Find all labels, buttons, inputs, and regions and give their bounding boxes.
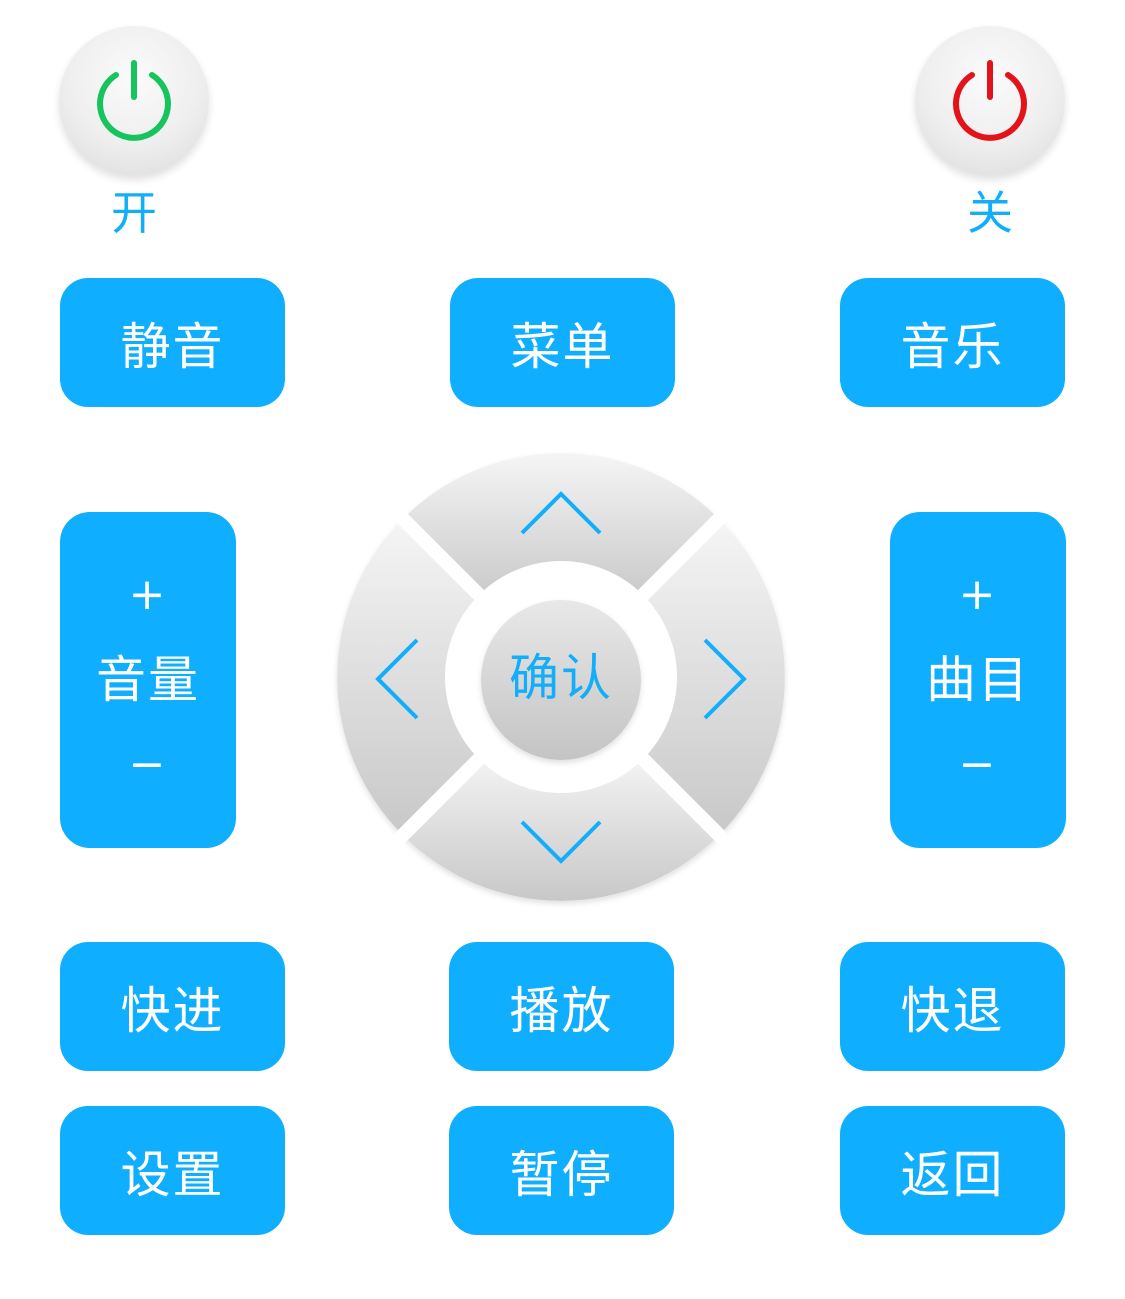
play-button[interactable]: 播放 <box>449 942 674 1071</box>
track-prev-button[interactable]: − <box>959 743 998 787</box>
volume-up-button[interactable]: + <box>129 573 168 617</box>
track-label: 曲目 <box>926 651 1030 709</box>
power-off-label: 关 <box>967 186 1013 240</box>
confirm-button[interactable] <box>481 600 641 760</box>
power-icon <box>97 60 171 141</box>
music-button[interactable]: 音乐 <box>840 278 1065 407</box>
menu-button[interactable]: 菜单 <box>450 278 675 407</box>
direction-pad: 确认 <box>336 452 786 902</box>
mute-button[interactable]: 静音 <box>60 278 285 407</box>
power-on-button[interactable] <box>59 26 209 176</box>
volume-down-button[interactable]: − <box>129 743 168 787</box>
power-icon <box>953 60 1027 141</box>
track-next-button[interactable]: + <box>959 573 998 617</box>
settings-button[interactable]: 设置 <box>60 1106 285 1235</box>
back-button[interactable]: 返回 <box>840 1106 1065 1235</box>
power-off-button[interactable] <box>915 26 1065 176</box>
remote-control: 开 关 静音 菜单 音乐 + 音量 − + 曲目 − 确认 快进 播放 快退 设… <box>0 0 1125 1299</box>
volume-label: 音量 <box>96 651 200 709</box>
rewind-button[interactable]: 快退 <box>840 942 1065 1071</box>
power-on-label: 开 <box>111 186 157 240</box>
fast-forward-button[interactable]: 快进 <box>60 942 285 1071</box>
track-control: + 曲目 − <box>890 512 1066 848</box>
volume-control: + 音量 − <box>60 512 236 848</box>
pause-button[interactable]: 暂停 <box>449 1106 674 1235</box>
